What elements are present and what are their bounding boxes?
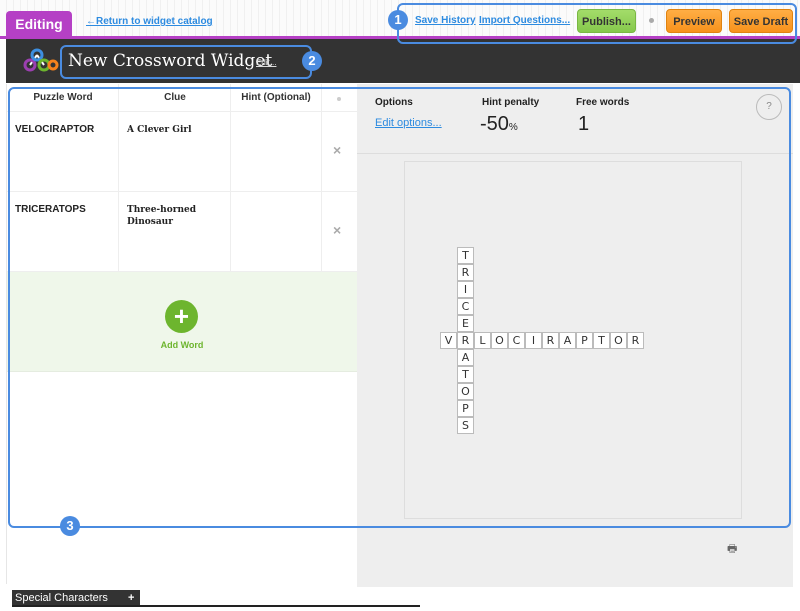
callout-box-2 [60,45,312,79]
expand-icon[interactable]: + [128,590,134,606]
special-characters-label: Special Characters [15,592,108,604]
special-characters-tab[interactable]: Special Characters + [12,590,140,606]
return-to-catalog-link[interactable]: ←Return to widget catalog [86,16,213,27]
callout-badge-3: 3 [60,516,80,536]
editing-tab[interactable]: Editing [6,11,72,38]
materia-logo-icon [23,48,59,72]
callout-badge-1: 1 [388,10,408,30]
print-icon[interactable]: 🖶 [727,540,737,559]
special-characters-bar [12,605,420,607]
callout-badge-2: 2 [302,51,322,71]
callout-box-1 [397,3,797,44]
app-root: Editing ←Return to widget catalog Save H… [0,0,800,611]
callout-box-3 [8,87,791,528]
